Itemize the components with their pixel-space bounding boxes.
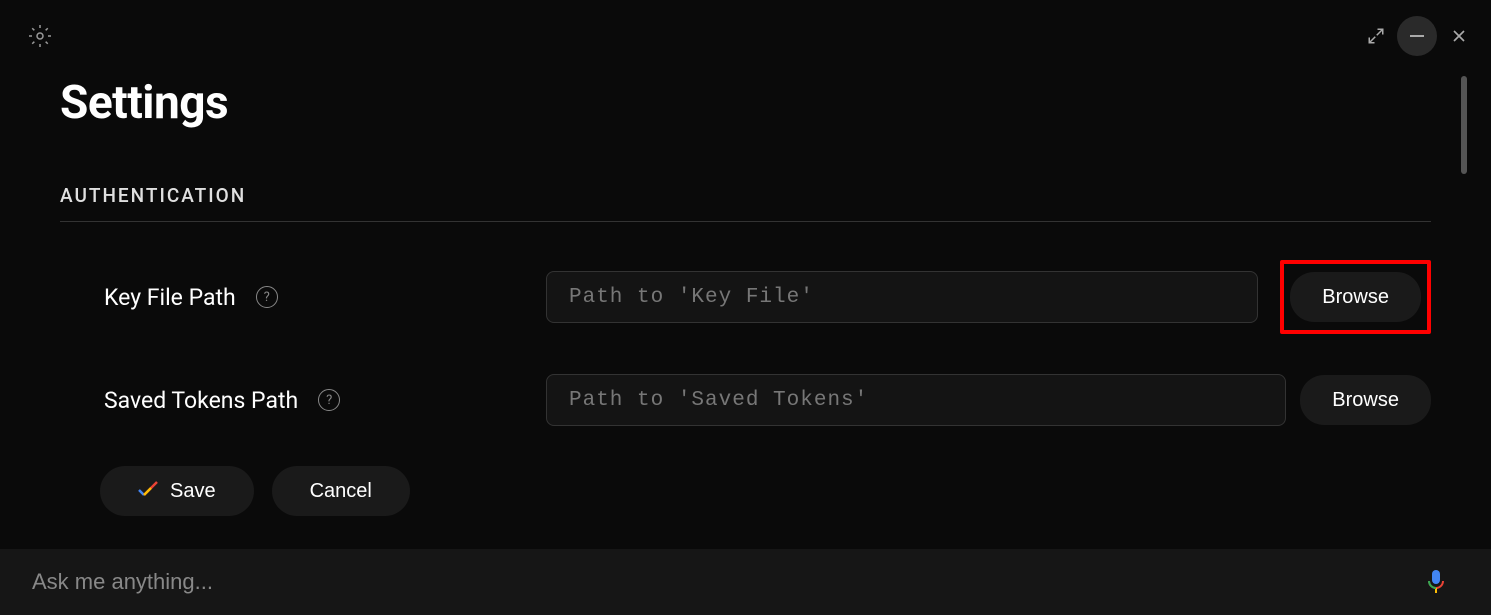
save-button-label: Save <box>170 480 216 503</box>
browse-saved-tokens-button[interactable]: Browse <box>1300 375 1431 425</box>
browse-key-file-button[interactable]: Browse <box>1290 272 1421 322</box>
help-icon[interactable]: ? <box>256 286 278 308</box>
ask-input[interactable] <box>32 569 1425 595</box>
key-file-path-row: Key File Path ? Browse <box>60 260 1431 334</box>
minimize-button[interactable] <box>1397 16 1437 56</box>
page-title: Settings <box>60 76 1431 130</box>
scrollbar[interactable] <box>1461 76 1467 174</box>
check-icon <box>138 480 158 503</box>
gear-icon[interactable] <box>28 24 52 52</box>
save-button[interactable]: Save <box>100 466 254 516</box>
window-controls <box>1345 0 1491 72</box>
saved-tokens-path-label: Saved Tokens Path <box>104 387 298 414</box>
expand-icon[interactable] <box>1367 27 1385 45</box>
highlight-box: Browse <box>1280 260 1431 334</box>
cancel-button[interactable]: Cancel <box>272 466 410 516</box>
key-file-path-input[interactable] <box>546 271 1258 323</box>
ask-bar <box>0 549 1491 615</box>
key-file-path-label: Key File Path <box>104 284 236 311</box>
saved-tokens-path-row: Saved Tokens Path ? Browse <box>60 374 1431 426</box>
section-header-authentication: AUTHENTICATION <box>60 184 1431 222</box>
microphone-icon[interactable] <box>1425 569 1447 595</box>
close-icon[interactable] <box>1449 26 1469 46</box>
saved-tokens-path-input[interactable] <box>546 374 1286 426</box>
action-buttons: Save Cancel <box>60 466 1431 516</box>
help-icon[interactable]: ? <box>318 389 340 411</box>
settings-panel: Settings AUTHENTICATION Key File Path ? … <box>0 0 1491 516</box>
